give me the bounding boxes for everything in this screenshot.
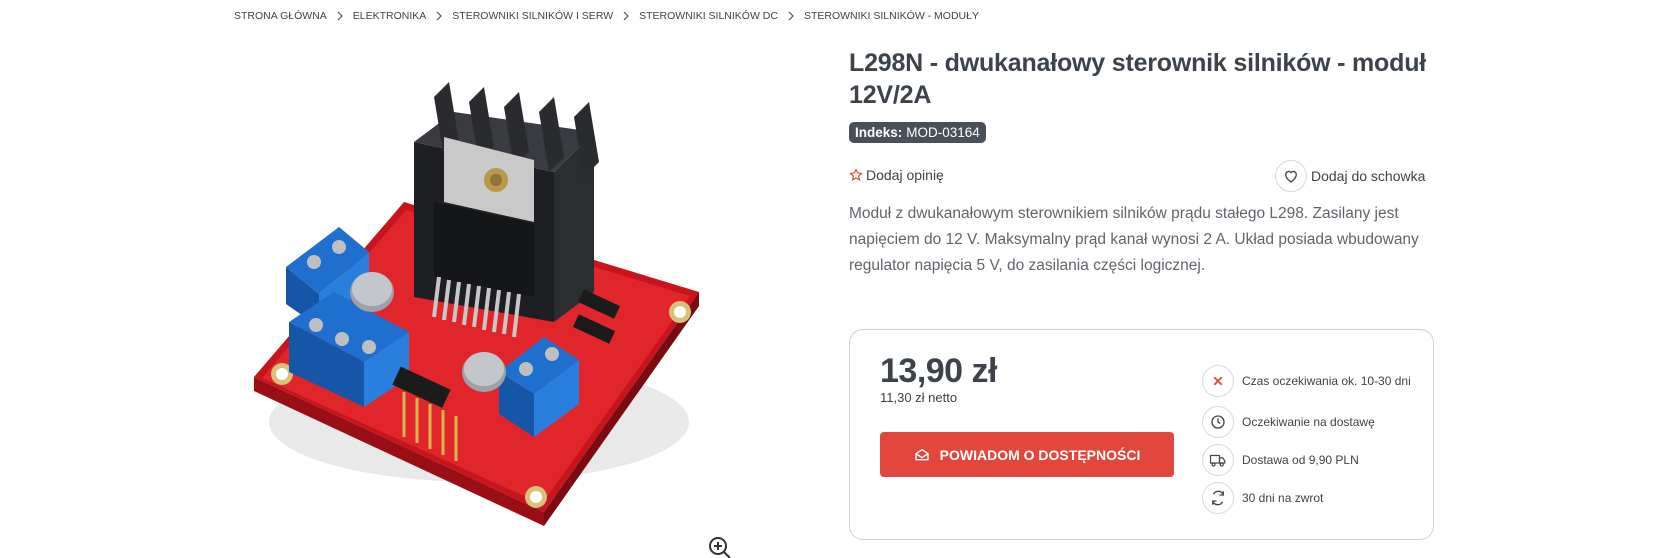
price: 13,90 zł (880, 352, 997, 390)
chevron-right-icon (613, 11, 639, 21)
product-image[interactable] (234, 42, 744, 558)
feature-availability: Czas oczekiwania ok. 10-30 dni (1202, 361, 1422, 401)
heart-icon (1275, 160, 1307, 192)
product-photo (254, 82, 699, 526)
delivery-features: Czas oczekiwania ok. 10-30 dni Oczekiwan… (1202, 361, 1422, 517)
chevron-right-icon (778, 11, 804, 21)
feature-waiting: Oczekiwanie na dostawę (1202, 403, 1422, 441)
breadcrumb-item-sterowniki-silnikow-i-serw[interactable]: STEROWNIKI SILNIKÓW I SERW (452, 10, 613, 22)
feature-text: Dostawa od 9,90 PLN (1242, 453, 1359, 467)
add-to-wishlist-label: Dodaj do schowka (1311, 168, 1426, 184)
truck-icon (1202, 444, 1234, 476)
breadcrumb-item-sterowniki-silnikow-dc[interactable]: STEROWNIKI SILNIKÓW DC (639, 10, 778, 22)
add-to-wishlist-button[interactable]: Dodaj do schowka (1275, 160, 1425, 192)
refresh-icon (1202, 482, 1234, 514)
breadcrumb-item-elektronika[interactable]: ELEKTRONIKA (353, 10, 427, 22)
add-review-link[interactable]: Dodaj opinię (849, 167, 944, 183)
add-review-label: Dodaj opinię (866, 167, 944, 183)
star-icon (849, 168, 863, 181)
zoom-in-icon[interactable] (708, 536, 732, 558)
sku-value: MOD-03164 (906, 125, 980, 140)
breadcrumb: STRONA GŁÓWNA ELEKTRONIKA STEROWNIKI SIL… (234, 9, 979, 23)
breadcrumb-item-moduly[interactable]: STEROWNIKI SILNIKÓW - MODUŁY (804, 10, 979, 22)
notify-availability-label: POWIADOM O DOSTĘPNOŚCI (939, 446, 1141, 463)
breadcrumb-item-home[interactable]: STRONA GŁÓWNA (234, 10, 327, 22)
product-description: Moduł z dwukanałowym sterownikiem silnik… (849, 205, 1419, 274)
sku-badge: Indeks: MOD-03164 (849, 122, 986, 143)
feature-text: Czas oczekiwania ok. 10-30 dni (1242, 374, 1411, 388)
buy-box: 13,90 zł 11,30 zł netto POWIADOM O DOSTĘ… (849, 329, 1434, 540)
product-title: L298N - dwukanałowy sterownik silników -… (849, 49, 1427, 109)
feature-returns: 30 dni na zwrot (1202, 479, 1422, 517)
x-icon (1202, 365, 1234, 397)
net-price: 11,30 zł netto (880, 390, 958, 405)
feature-shipping: Dostawa od 9,90 PLN (1202, 441, 1422, 479)
sku-label: Indeks: (855, 125, 903, 140)
notify-availability-button[interactable]: POWIADOM O DOSTĘPNOŚCI (880, 432, 1174, 477)
feature-text: Oczekiwanie na dostawę (1242, 415, 1375, 429)
clock-icon (1202, 406, 1234, 438)
chevron-right-icon (426, 11, 452, 21)
chevron-right-icon (327, 11, 353, 21)
envelope-icon (914, 448, 929, 460)
feature-text: 30 dni na zwrot (1242, 491, 1324, 505)
